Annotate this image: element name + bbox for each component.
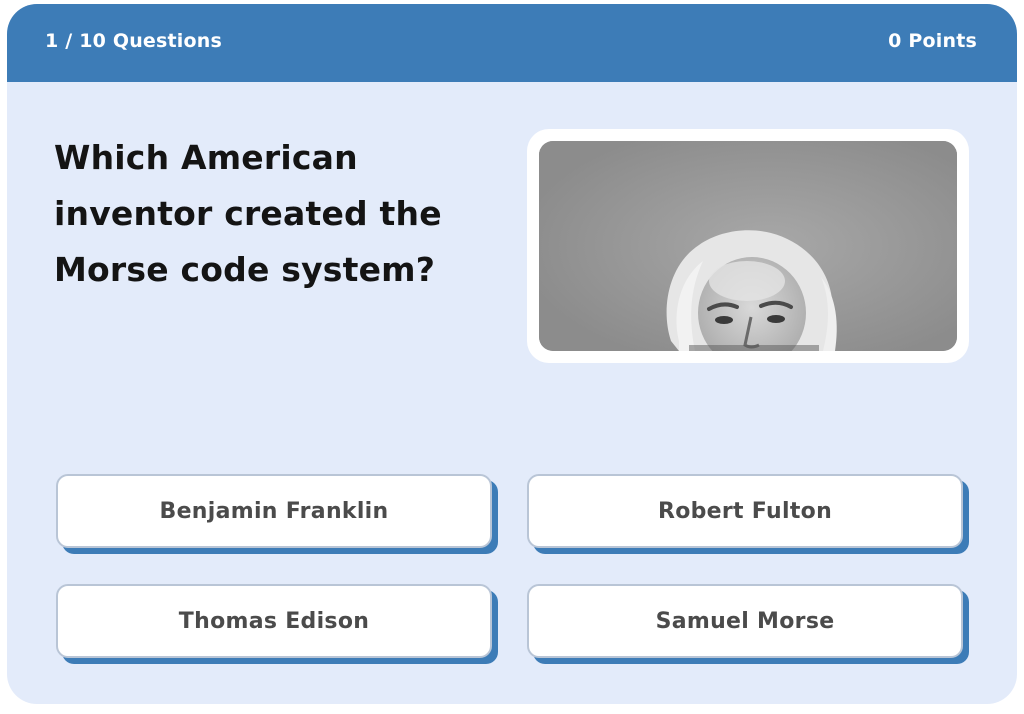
quiz-header: 1 / 10 Questions 0 Points [7,4,1017,82]
answer-option-thomas-edison[interactable]: Thomas Edison [56,584,492,658]
quiz-card: 1 / 10 Questions 0 Points Which American… [7,4,1017,704]
question-image [539,141,957,351]
answer-option-robert-fulton[interactable]: Robert Fulton [527,474,963,548]
question-progress: 1 / 10 Questions [45,30,223,52]
answer-option-samuel-morse[interactable]: Samuel Morse [527,584,963,658]
question-text: Which American inventor created the Mors… [54,138,442,289]
question-image-frame [527,129,969,363]
points-counter: 0 Points [888,30,977,52]
answer-option-benjamin-franklin[interactable]: Benjamin Franklin [56,474,492,548]
